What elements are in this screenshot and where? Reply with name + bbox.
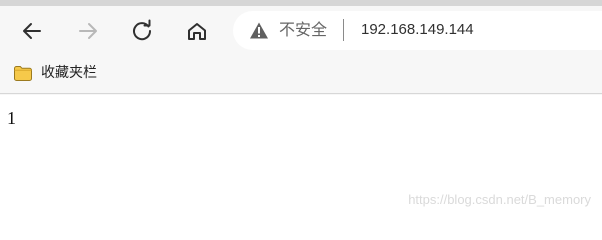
home-button[interactable]	[180, 14, 214, 48]
security-status-label[interactable]: 不安全	[279, 18, 327, 42]
forward-arrow-icon	[79, 23, 97, 39]
home-icon	[188, 23, 206, 40]
address-bar[interactable]: 不安全 192.168.149.144	[233, 11, 602, 50]
browser-chrome: 不安全 192.168.149.144 收藏夹栏	[0, 0, 602, 95]
browser-toolbar: 不安全 192.168.149.144	[0, 6, 602, 56]
csdn-watermark: https://blog.csdn.net/B_memory	[408, 192, 591, 207]
web-page-content: 1 https://blog.csdn.net/B_memory	[0, 95, 602, 215]
forward-button[interactable]	[71, 14, 105, 48]
page-body-text: 1	[7, 108, 16, 128]
bookmarks-folder-label: 收藏夹栏	[41, 65, 97, 81]
url-text[interactable]: 192.168.149.144	[361, 18, 474, 42]
warning-icon[interactable]	[249, 21, 269, 41]
address-separator	[343, 19, 344, 41]
refresh-icon	[133, 19, 152, 41]
back-arrow-icon	[23, 23, 41, 39]
folder-icon	[14, 66, 32, 81]
bookmarks-folder[interactable]: 收藏夹栏	[13, 62, 97, 84]
back-button[interactable]	[15, 14, 49, 48]
refresh-button[interactable]	[125, 14, 159, 48]
bookmarks-bar: 收藏夹栏	[0, 56, 602, 94]
